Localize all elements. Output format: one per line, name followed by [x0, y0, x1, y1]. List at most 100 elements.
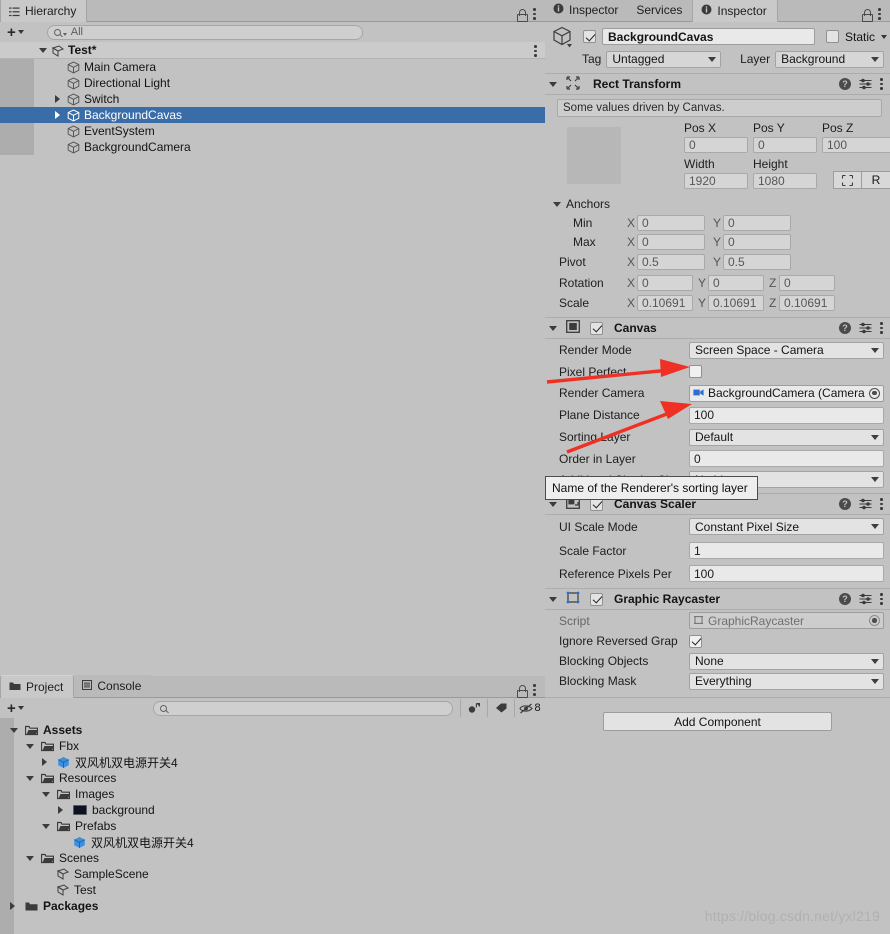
project-item[interactable]: Test	[0, 882, 545, 898]
preset-icon[interactable]	[859, 78, 872, 90]
pos-z-input[interactable]: 100	[822, 137, 890, 153]
canvas-header[interactable]: Canvas ?	[545, 317, 890, 339]
tab-hierarchy[interactable]: Hierarchy	[0, 0, 88, 22]
layer-dropdown[interactable]: Background	[775, 50, 884, 68]
hierarchy-item[interactable]: Main Camera	[0, 59, 545, 75]
canvas-enabled-checkbox[interactable]	[590, 321, 603, 335]
scale-factor-input[interactable]: 1	[689, 542, 884, 559]
project-item[interactable]: Packages	[0, 898, 545, 914]
rotation-x-input[interactable]: 0	[637, 274, 693, 291]
help-icon[interactable]: ?	[839, 322, 851, 334]
scale-x-input[interactable]: 0.10691	[637, 295, 693, 311]
scale-z-input[interactable]: 0.10691	[779, 295, 835, 311]
pos-y-input[interactable]: 0	[753, 137, 817, 153]
tab-inspector-1[interactable]: Inspector	[545, 0, 629, 21]
gameobject-enabled-checkbox[interactable]	[583, 30, 596, 43]
pivot-y-input[interactable]: 0.5	[723, 253, 791, 270]
preset-icon[interactable]	[859, 593, 872, 605]
blocking-objects-dropdown[interactable]: None	[689, 652, 884, 670]
collapse-icon[interactable]	[549, 596, 557, 602]
collapse-icon[interactable]	[549, 81, 557, 87]
preset-icon[interactable]	[859, 322, 872, 334]
hierarchy-item[interactable]: EventSystem	[0, 123, 545, 139]
pos-x-input[interactable]: 0	[684, 137, 748, 153]
tab-console[interactable]: Console	[74, 675, 152, 697]
component-menu-icon[interactable]	[880, 497, 884, 511]
lock-icon[interactable]	[517, 684, 528, 698]
static-checkbox[interactable]	[826, 30, 839, 43]
inspector-menu-icon[interactable]	[878, 7, 882, 21]
hierarchy-item[interactable]: Switch	[0, 91, 545, 107]
hierarchy-item[interactable]: BackgroundCavas	[0, 107, 545, 123]
render-mode-dropdown[interactable]: Screen Space - Camera	[689, 341, 884, 359]
ui-scale-mode-dropdown[interactable]: Constant Pixel Size	[689, 518, 884, 535]
anchor-max-y-input[interactable]: 0	[723, 233, 791, 250]
component-menu-icon[interactable]	[880, 321, 884, 335]
project-search-input[interactable]	[152, 700, 453, 716]
pivot-x-input[interactable]: 0.5	[637, 253, 705, 270]
expander-icon[interactable]	[42, 823, 50, 829]
anchor-preview[interactable]	[567, 127, 621, 184]
expander-icon[interactable]	[26, 855, 34, 861]
project-item[interactable]: Images	[0, 786, 545, 802]
collapse-icon[interactable]	[549, 501, 557, 507]
anchors-expander-icon[interactable]	[553, 201, 561, 207]
collapse-icon[interactable]	[549, 325, 557, 331]
project-item[interactable]: Fbx	[0, 738, 545, 754]
create-asset-button[interactable]: +	[4, 701, 27, 716]
blueprint-mode-button[interactable]	[833, 171, 862, 189]
ignore-reversed-checkbox[interactable]	[689, 634, 702, 648]
expander-icon[interactable]	[26, 743, 34, 749]
static-dropdown-icon[interactable]	[881, 34, 888, 39]
anchor-max-x-input[interactable]: 0	[637, 233, 705, 250]
expander-icon[interactable]	[10, 902, 15, 910]
order-in-layer-input[interactable]: 0	[689, 450, 884, 467]
object-picker-icon[interactable]	[869, 387, 880, 399]
rotation-z-input[interactable]: 0	[779, 274, 835, 291]
project-item[interactable]: Scenes	[0, 850, 545, 866]
rect-transform-header[interactable]: Rect Transform ?	[545, 73, 890, 95]
reference-ppu-input[interactable]: 100	[689, 565, 884, 582]
expander-icon[interactable]	[42, 791, 50, 797]
create-object-button[interactable]: +	[4, 25, 27, 40]
project-menu-icon[interactable]	[533, 683, 537, 697]
lock-icon[interactable]	[862, 8, 873, 22]
plane-distance-input[interactable]: 100	[689, 406, 884, 424]
tag-dropdown[interactable]: Untagged	[606, 50, 722, 68]
raw-edit-button[interactable]: R	[862, 171, 890, 189]
component-menu-icon[interactable]	[880, 77, 884, 91]
scene-row-menu-icon[interactable]	[534, 44, 538, 58]
blocking-mask-dropdown[interactable]: Everything	[689, 672, 884, 690]
graphic-raycaster-enabled-checkbox[interactable]	[590, 592, 603, 606]
hierarchy-item[interactable]: Directional Light	[0, 75, 545, 91]
help-icon[interactable]: ?	[839, 593, 851, 605]
anchors-foldout[interactable]: Anchors	[545, 195, 890, 213]
hierarchy-scene-row[interactable]: Test*	[0, 42, 545, 59]
tab-services[interactable]: Services	[628, 0, 693, 21]
anchor-min-x-input[interactable]: 0	[637, 214, 705, 231]
expander-icon[interactable]	[55, 111, 60, 119]
component-menu-icon[interactable]	[880, 592, 884, 606]
project-item[interactable]: Assets	[0, 722, 545, 738]
hierarchy-menu-icon[interactable]	[533, 7, 537, 21]
project-item[interactable]: 双风机双电源开关4	[0, 754, 545, 770]
preset-icon[interactable]	[859, 498, 872, 510]
tab-inspector-2[interactable]: Inspector	[692, 0, 778, 22]
filter-by-label-icon[interactable]	[487, 699, 514, 717]
hierarchy-item[interactable]: BackgroundCamera	[0, 139, 545, 155]
filter-by-type-icon[interactable]	[460, 699, 487, 717]
add-component-button[interactable]: Add Component	[603, 712, 832, 731]
pixel-perfect-checkbox[interactable]	[689, 365, 702, 378]
gameobject-icon[interactable]	[551, 25, 577, 49]
expander-icon[interactable]	[55, 95, 60, 103]
hidden-assets-toggle[interactable]: 8	[514, 699, 545, 717]
anchor-min-y-input[interactable]: 0	[723, 214, 791, 231]
graphic-raycaster-header[interactable]: Graphic Raycaster ?	[545, 588, 890, 610]
project-item[interactable]: SampleScene	[0, 866, 545, 882]
rotation-y-input[interactable]: 0	[708, 274, 764, 291]
expander-icon[interactable]	[58, 806, 63, 814]
expander-icon[interactable]	[42, 758, 47, 766]
help-icon[interactable]: ?	[839, 78, 851, 90]
project-item[interactable]: Prefabs	[0, 818, 545, 834]
expander-icon[interactable]	[26, 775, 34, 781]
